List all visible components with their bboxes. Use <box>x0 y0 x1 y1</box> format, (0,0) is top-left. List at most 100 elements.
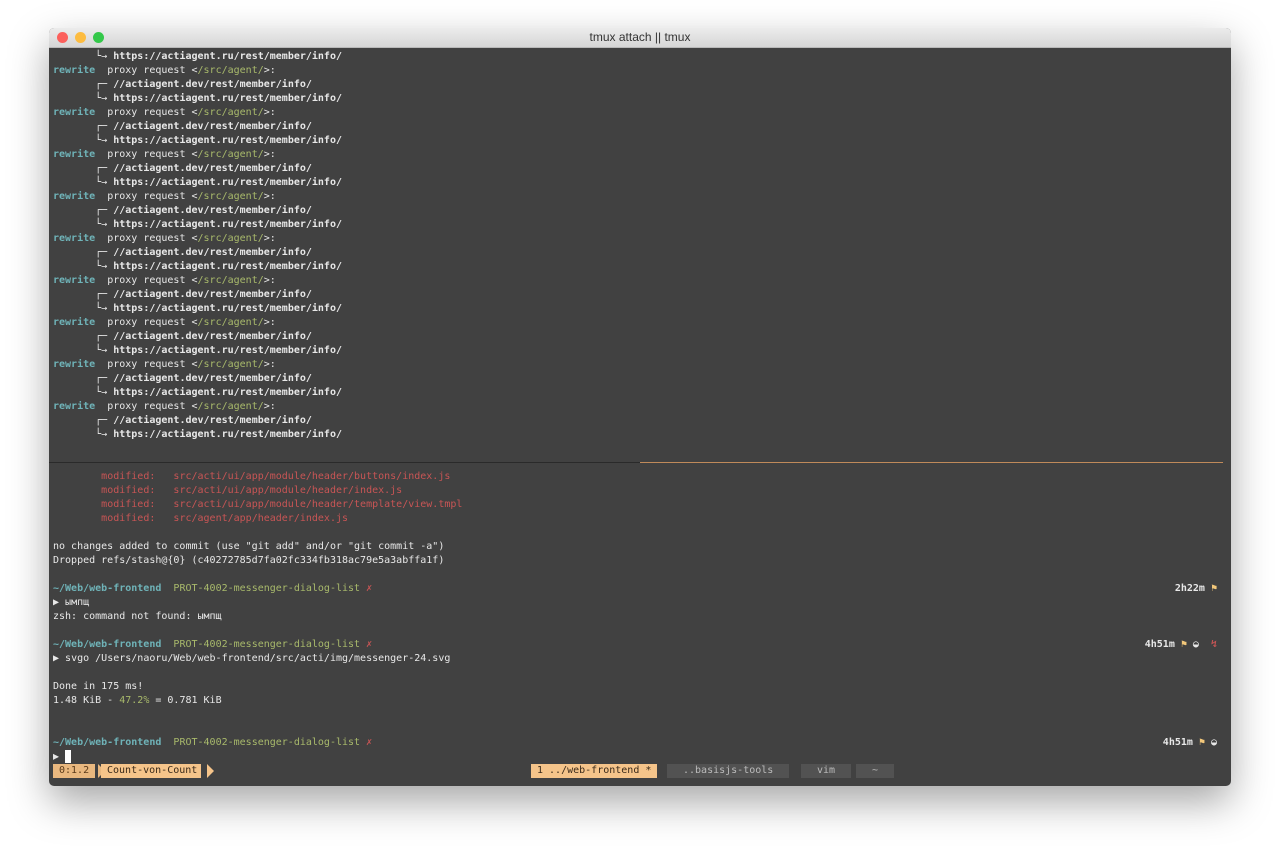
url: https://actiagent.ru/rest/member/info/ <box>113 177 342 188</box>
prompt-branch: PROT-4002-messenger-dialog-list <box>173 583 361 594</box>
charge-icon: ↯ <box>1198 639 1217 650</box>
host-name: Count-von-Count <box>101 764 202 778</box>
branch-icon: ┌─ <box>53 247 114 258</box>
svgo-result: 1.48 KiB - 47.2% = 0.781 KiB <box>53 694 222 708</box>
battery-icon: ◒ <box>1186 639 1199 650</box>
path: /src/agent/ <box>197 275 264 286</box>
url: //actiagent.dev/rest/member/info/ <box>113 373 312 384</box>
maximize-button[interactable] <box>93 32 104 43</box>
terminal-line: ┌─ //actiagent.dev/rest/member/info/ <box>53 120 312 134</box>
text <box>155 499 173 510</box>
text <box>95 233 107 244</box>
status-label: modified: <box>101 471 156 482</box>
file-path: src/acti/ui/app/module/header/template/v… <box>173 499 463 510</box>
log-text: proxy request < <box>107 401 198 412</box>
terminal-line: └→ https://actiagent.ru/rest/member/info… <box>53 176 342 190</box>
branch-icon: ┌─ <box>53 289 114 300</box>
terminal-content[interactable]: └→ https://actiagent.ru/rest/member/info… <box>49 48 1231 786</box>
terminal-line: ┌─ //actiagent.dev/rest/member/info/ <box>53 78 312 92</box>
terminal-line: └→ https://actiagent.ru/rest/member/info… <box>53 428 342 442</box>
tmux-window-tab[interactable]: ..basisjs-tools <box>667 764 790 778</box>
log-entry: rewrite proxy request </src/agent/>: <box>53 400 276 414</box>
log-entry: rewrite proxy request </src/agent/>: <box>53 190 276 204</box>
pane-divider-active[interactable] <box>640 462 1223 463</box>
prompt-right: 2h22m ⚑ <box>1175 582 1217 596</box>
file-path: src/acti/ui/app/module/header/buttons/in… <box>173 471 451 482</box>
log-text: proxy request < <box>107 359 198 370</box>
text <box>95 317 107 328</box>
status-label: modified: <box>101 485 156 496</box>
log-text: >: <box>263 233 276 244</box>
text <box>161 583 173 594</box>
path: /src/agent/ <box>197 233 264 244</box>
tmux-window-tab[interactable]: 1 ../web-frontend * <box>531 764 658 778</box>
text <box>95 65 107 76</box>
log-entry: rewrite proxy request </src/agent/>: <box>53 358 276 372</box>
prompt-cwd: ~/Web/web-frontend <box>53 737 162 748</box>
url: //actiagent.dev/rest/member/info/ <box>113 331 312 342</box>
log-text: >: <box>263 401 276 412</box>
rewrite-tag: rewrite <box>53 401 96 412</box>
log-text: proxy request < <box>107 149 198 160</box>
terminal-line: └→ https://actiagent.ru/rest/member/info… <box>53 218 342 232</box>
terminal-line: ┌─ //actiagent.dev/rest/member/info/ <box>53 330 312 344</box>
log-entry: rewrite proxy request </src/agent/>: <box>53 106 276 120</box>
tmux-window-tab[interactable]: vim <box>801 764 852 778</box>
url: https://actiagent.ru/rest/member/info/ <box>113 93 342 104</box>
command-line: ▶ svgo /Users/naoru/Web/web-frontend/src… <box>53 652 450 666</box>
rewrite-tag: rewrite <box>53 107 96 118</box>
terminal-line: ┌─ //actiagent.dev/rest/member/info/ <box>53 372 312 386</box>
rewrite-tag: rewrite <box>53 275 96 286</box>
arrow-icon: └→ <box>53 51 114 62</box>
text <box>53 485 101 496</box>
prompt-time: 4h51m <box>1144 639 1175 650</box>
branch-icon: ┌─ <box>53 79 114 90</box>
git-modified-line: modified: src/acti/ui/app/module/header/… <box>53 498 462 512</box>
log-text: >: <box>263 65 276 76</box>
log-entry: rewrite proxy request </src/agent/>: <box>53 274 276 288</box>
log-text: >: <box>263 191 276 202</box>
arrow-icon: └→ <box>53 387 114 398</box>
minimize-button[interactable] <box>75 32 86 43</box>
path: /src/agent/ <box>197 149 264 160</box>
arrow-icon: └→ <box>53 93 114 104</box>
path: /src/agent/ <box>197 359 264 370</box>
output: = 0.781 KiB <box>149 695 222 706</box>
path: /src/agent/ <box>197 65 264 76</box>
prompt-branch: PROT-4002-messenger-dialog-list <box>173 737 361 748</box>
branch-icon: ┌─ <box>53 373 114 384</box>
terminal-line: └→ https://actiagent.ru/rest/member/info… <box>53 50 342 64</box>
path: /src/agent/ <box>197 191 264 202</box>
text: no changes added to commit (use "git add… <box>53 541 445 552</box>
url: //actiagent.dev/rest/member/info/ <box>113 247 312 258</box>
file-path: src/agent/app/header/index.js <box>173 513 349 524</box>
text <box>95 275 107 286</box>
terminal-line: Dropped refs/stash@{0} (c40272785d7fa02f… <box>53 554 444 568</box>
text <box>95 359 107 370</box>
prompt-time: 2h22m <box>1174 583 1205 594</box>
log-text: >: <box>263 317 276 328</box>
pane-divider[interactable] <box>49 462 640 463</box>
prompt-line: ~/Web/web-frontend PROT-4002-messenger-d… <box>53 582 372 596</box>
log-text: proxy request < <box>107 233 198 244</box>
arrow-icon: └→ <box>53 345 114 356</box>
close-button[interactable] <box>57 32 68 43</box>
log-text: >: <box>263 107 276 118</box>
status-label: modified: <box>101 513 156 524</box>
text <box>95 401 107 412</box>
log-entry: rewrite proxy request </src/agent/>: <box>53 316 276 330</box>
battery-icon: ◒ <box>1204 737 1217 748</box>
log-text: proxy request < <box>107 275 198 286</box>
text <box>155 513 173 524</box>
url: //actiagent.dev/rest/member/info/ <box>113 79 312 90</box>
log-entry: rewrite proxy request </src/agent/>: <box>53 232 276 246</box>
rewrite-tag: rewrite <box>53 191 96 202</box>
text <box>53 513 101 524</box>
log-text: proxy request < <box>107 65 198 76</box>
terminal-line: └→ https://actiagent.ru/rest/member/info… <box>53 302 342 316</box>
tmux-window-tab[interactable]: ~ <box>856 764 895 778</box>
git-modified-line: modified: src/agent/app/header/index.js <box>53 512 348 526</box>
arrow-icon: └→ <box>53 135 114 146</box>
prompt-arrow-icon: ▶ <box>53 751 66 763</box>
branch-icon: ┌─ <box>53 205 114 216</box>
